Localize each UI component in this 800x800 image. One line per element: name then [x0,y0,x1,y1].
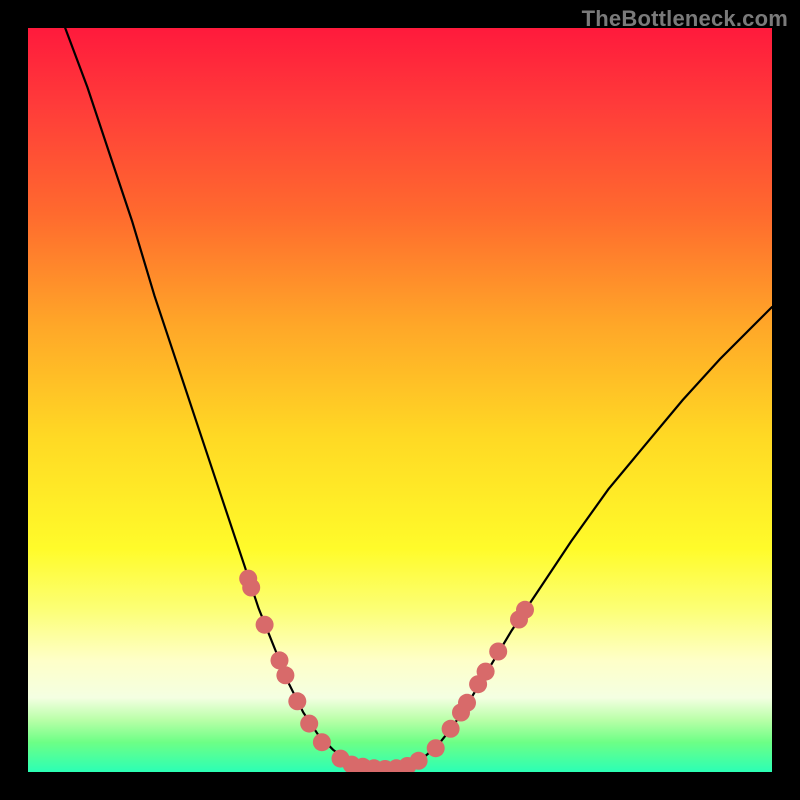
data-dot [427,739,445,757]
data-dot [288,692,306,710]
chart-frame: TheBottleneck.com [0,0,800,800]
bottleneck-curve [65,28,772,769]
data-dot [276,666,294,684]
data-dot [442,720,460,738]
data-dot [410,752,428,770]
chart-plot-area [28,28,772,772]
data-dot [313,733,331,751]
data-dot [256,616,274,634]
data-dots-group [239,570,534,772]
data-dot [516,601,534,619]
chart-svg [28,28,772,772]
data-dot [477,663,495,681]
data-dot [300,715,318,733]
data-dot [489,643,507,661]
data-dot [458,694,476,712]
data-dot [242,579,260,597]
